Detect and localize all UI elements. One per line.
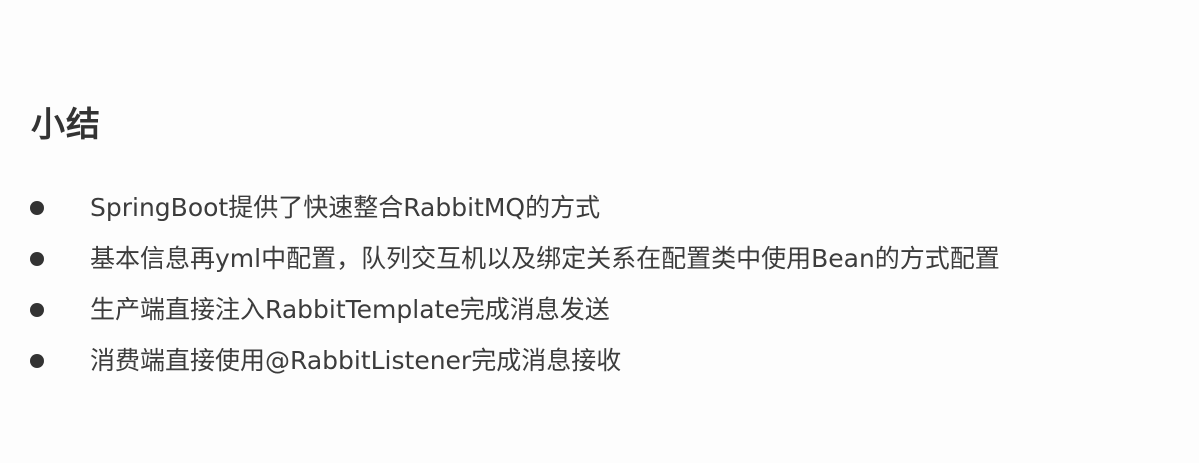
bullet-text: SpringBoot提供了快速整合RabbitMQ的方式 xyxy=(90,193,601,222)
bullet-text: 生产端直接注入RabbitTemplate完成消息发送 xyxy=(90,295,610,324)
slide-title: 小结 xyxy=(31,105,101,145)
bullet-icon xyxy=(30,354,44,368)
bullet-text: 消费端直接使用@RabbitListener完成消息接收 xyxy=(90,346,622,375)
slide: 小结 SpringBoot提供了快速整合RabbitMQ的方式 基本信息再yml… xyxy=(0,0,1199,463)
bullet-icon xyxy=(30,201,44,215)
bullet-icon xyxy=(30,252,44,266)
bullet-icon xyxy=(30,303,44,317)
bullet-text: 基本信息再yml中配置，队列交互机以及绑定关系在配置类中使用Bean的方式配置 xyxy=(90,244,1000,273)
